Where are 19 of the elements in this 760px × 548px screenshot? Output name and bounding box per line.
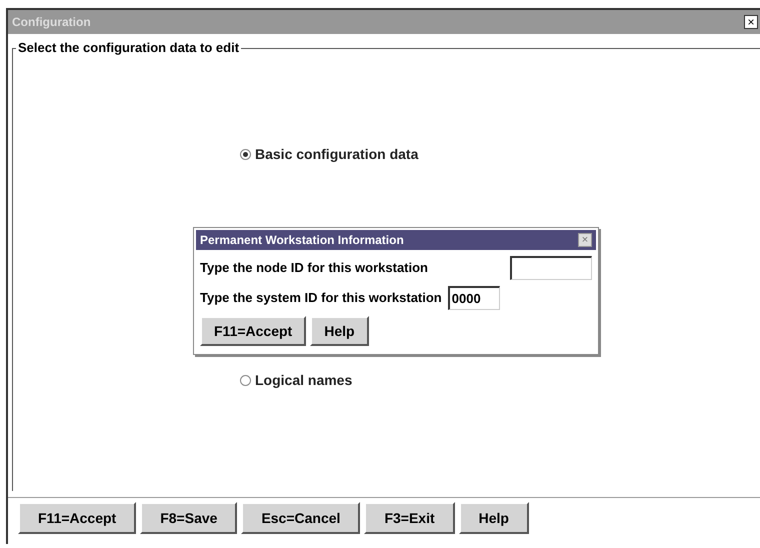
dialog-button[interactable]: Help [310,316,369,346]
radio-button[interactable] [240,375,251,386]
action-button[interactable]: Help [458,502,529,534]
action-button[interactable]: F3=Exit [364,502,455,534]
option-label: Logical names [255,371,352,390]
field-label: Type the system ID for this workstation [200,289,442,308]
field-label: Type the node ID for this workstation [200,259,428,278]
window-title: Configuration [12,14,91,31]
text-field[interactable]: 0000 [448,286,500,310]
action-button[interactable]: F11=Accept [18,502,136,534]
radio-button[interactable] [240,149,251,160]
action-button[interactable]: F8=Save [140,502,238,534]
dialog-title: Permanent Workstation Information [200,232,404,249]
group-label: Select the configuration data to edit [16,40,242,56]
action-button[interactable]: Esc=Cancel [241,502,360,534]
dialog-button[interactable]: F11=Accept [200,316,306,346]
option-label: Basic configuration data [255,145,418,164]
text-field[interactable] [510,256,592,280]
close-button[interactable]: × [744,15,758,29]
